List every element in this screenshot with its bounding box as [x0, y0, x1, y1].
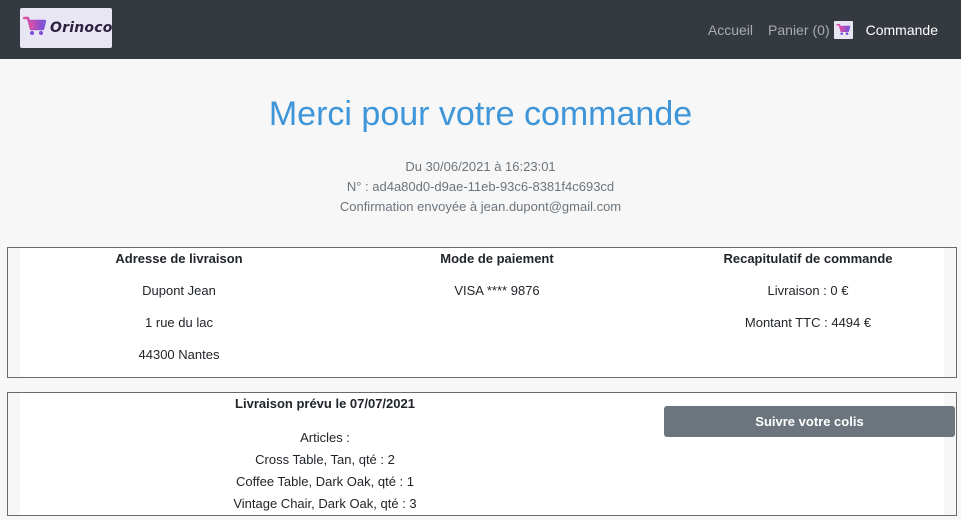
shipping-address-heading: Adresse de livraison [115, 251, 243, 266]
shipping-street: 1 rue du lac [145, 315, 213, 330]
delivery-box: Livraison prévu le 07/07/2021 Articles :… [7, 392, 957, 516]
order-summary-section: Recapitulatif de commande Livraison : 0 … [656, 248, 960, 331]
nav-order-link[interactable]: Commande [866, 22, 938, 38]
page-title: Merci pour votre commande [268, 95, 693, 133]
shipping-city: 44300 Nantes [138, 347, 220, 362]
order-total: Montant TTC : 4494 € [744, 315, 872, 330]
delivery-heading: Livraison prévu le 07/07/2021 [235, 396, 415, 411]
shopping-cart-icon [833, 20, 853, 39]
order-number: N° : ad4a80d0-d9ae-11eb-93c6-8381f4c693c… [346, 179, 615, 194]
logo-text: Orinoco [50, 20, 113, 36]
shipping-address-section: Adresse de livraison Dupont Jean 1 rue d… [20, 248, 338, 363]
list-item: Vintage Chair, Dark Oak, qté : 3 [233, 496, 417, 511]
articles-label: Articles : [300, 430, 350, 445]
payment-section: Mode de paiement VISA **** 9876 [338, 248, 656, 299]
navbar: Orinoco Accueil Panier (0) Commande [0, 0, 961, 59]
track-package-button[interactable]: Suivre votre colis [664, 406, 955, 437]
nav-links: Accueil Panier (0) Commande [693, 0, 938, 59]
payment-heading: Mode de paiement [440, 251, 554, 266]
payment-card: VISA **** 9876 [454, 283, 540, 298]
shopping-cart-icon [22, 15, 47, 42]
order-date: Du 30/06/2021 à 16:23:01 [405, 159, 556, 174]
nav-cart-label: Panier [768, 21, 809, 38]
order-info: Du 30/06/2021 à 16:23:01 N° : ad4a80d0-d… [0, 157, 961, 217]
order-summary-heading: Recapitulatif de commande [723, 251, 893, 266]
order-details-panel: Adresse de livraison Dupont Jean 1 rue d… [20, 248, 944, 377]
delivery-cost: Livraison : 0 € [767, 283, 849, 298]
nav-cart-link[interactable]: Panier (0) [768, 20, 853, 39]
logo[interactable]: Orinoco [20, 8, 112, 48]
list-item: Cross Table, Tan, qté : 2 [255, 452, 395, 467]
cart-count: (0) [812, 21, 830, 38]
nav-home-link[interactable]: Accueil [708, 22, 753, 38]
delivery-panel: Livraison prévu le 07/07/2021 Articles :… [20, 393, 955, 515]
list-item: Coffee Table, Dark Oak, qté : 1 [235, 474, 414, 489]
delivery-section: Livraison prévu le 07/07/2021 Articles :… [20, 393, 630, 512]
shipping-name: Dupont Jean [142, 283, 216, 298]
confirmation-email: Confirmation envoyée à jean.dupont@gmail… [339, 199, 622, 214]
order-details-box: Adresse de livraison Dupont Jean 1 rue d… [7, 247, 957, 378]
